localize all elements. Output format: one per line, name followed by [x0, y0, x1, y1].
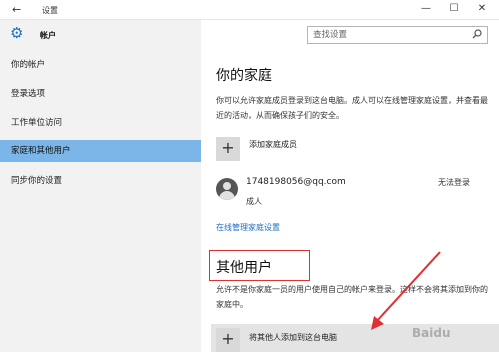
avatar-head	[223, 182, 231, 190]
add-family-member-label[interactable]: 添加家庭成员	[249, 139, 297, 150]
sidebar: ⚙ 帐户 你的帐户 登录选项 工作单位访问 家庭和其他用户 同步你的设置	[0, 20, 201, 352]
search-box[interactable]	[307, 26, 488, 44]
family-description: 你可以允许家庭成员登录到这台电脑。成人可以在线管理家庭设置，并查看最近的活动，从…	[216, 96, 488, 120]
account-status: 无法登录	[438, 178, 470, 187]
back-arrow-icon[interactable]: ←	[12, 3, 21, 16]
sidebar-item-your-account[interactable]: 你的帐户	[0, 54, 201, 76]
sidebar-item-label: 登录选项	[11, 89, 46, 99]
maximize-icon[interactable]: ☐	[448, 3, 460, 14]
sidebar-item-label: 工作单位访问	[11, 118, 63, 128]
sidebar-item-family-other-users[interactable]: 家庭和其他用户	[0, 140, 201, 162]
sidebar-item-label: 家庭和其他用户	[11, 146, 71, 156]
sidebar-item-sign-in-options[interactable]: 登录选项	[0, 83, 201, 105]
sidebar-header: ⚙ 帐户	[0, 20, 201, 48]
watermark: Baidu	[412, 326, 451, 340]
account-role: 成人	[246, 197, 262, 206]
main-content: 你的家庭 你可以允许家庭成员登录到这台电脑。成人可以在线管理家庭设置，并查看最近…	[201, 48, 499, 352]
search-input[interactable]	[313, 27, 463, 43]
highlight-box	[209, 250, 310, 281]
add-family-member-button[interactable]: +	[216, 137, 240, 161]
sidebar-item-work-access[interactable]: 工作单位访问	[0, 112, 201, 134]
gear-icon: ⚙	[10, 24, 24, 42]
close-icon[interactable]: ✕	[476, 3, 488, 14]
manage-family-online-link[interactable]: 在线管理家庭设置	[216, 222, 280, 233]
minimize-icon[interactable]: —	[420, 3, 432, 14]
family-section-title: 你的家庭	[216, 68, 272, 84]
add-other-user-button[interactable]: +	[216, 328, 240, 352]
add-other-user-label[interactable]: 将其他人添加到这台电脑	[249, 332, 337, 343]
window-title: 设置	[42, 6, 58, 15]
sidebar-item-sync-settings[interactable]: 同步你的设置	[0, 170, 201, 192]
sidebar-item-label: 同步你的设置	[11, 176, 63, 186]
avatar-body	[219, 191, 235, 200]
title-bar: ← 设置 — ☐ ✕	[0, 0, 499, 20]
account-email[interactable]: 1748198056@qq.com	[246, 177, 346, 187]
sidebar-header-label: 帐户	[40, 31, 56, 40]
other-users-description: 允许不是你家庭一员的用户使用自己的帐户来登录。这样不会将其添加到你的家庭中。	[216, 285, 488, 309]
search-icon[interactable]	[472, 29, 482, 39]
sidebar-item-label: 你的帐户	[11, 60, 46, 70]
avatar	[216, 178, 238, 200]
